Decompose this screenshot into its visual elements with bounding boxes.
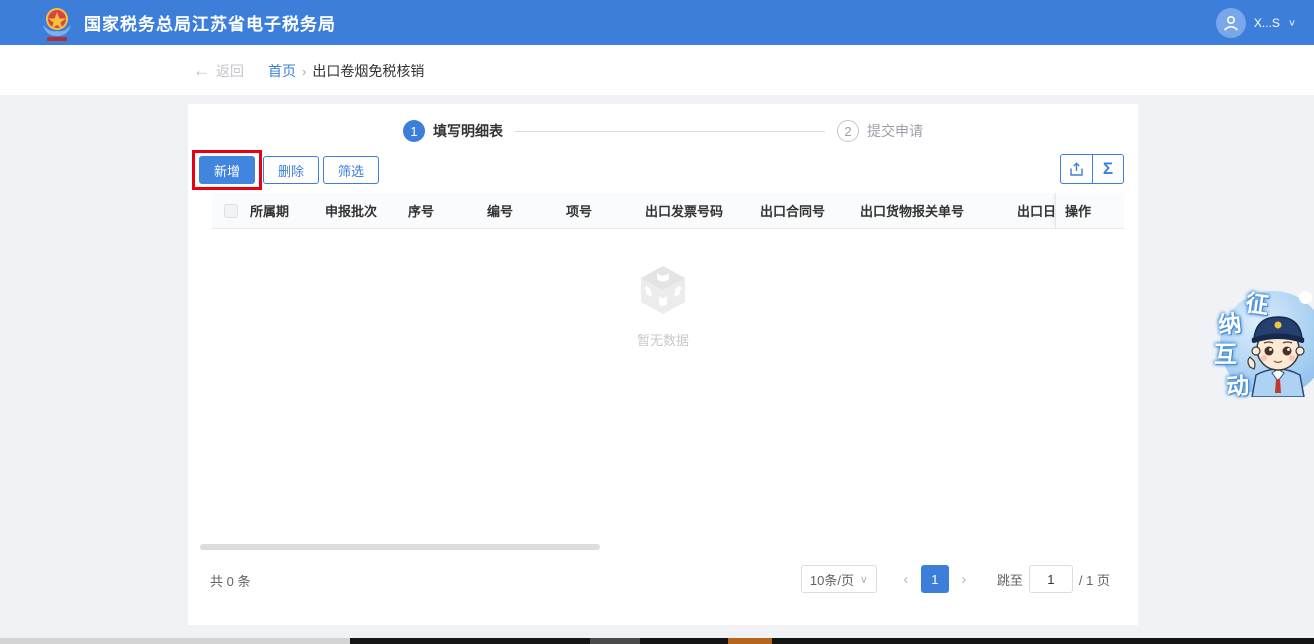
step-fill-detail: 1 填写明细表 — [403, 120, 503, 142]
column-header-item: 项号 — [566, 204, 593, 219]
top-header-bar: 国家税务总局江苏省电子税务局 X...S ∨ — [0, 0, 1314, 45]
empty-box-icon — [641, 266, 685, 314]
breadcrumb-current-page: 出口卷烟免税核销 — [312, 63, 425, 79]
column-header-period: 所属期 — [250, 204, 290, 219]
tax-assistant-widget[interactable]: 征 纳 互 动 — [1202, 283, 1314, 403]
column-header-action: 操作 — [1055, 192, 1124, 229]
app-title: 国家税务总局江苏省电子税务局 — [84, 15, 336, 34]
empty-state-text: 暂无数据 — [636, 333, 689, 348]
chevron-down-icon[interactable]: ∨ — [1288, 17, 1296, 28]
delete-button[interactable]: 删除 — [263, 156, 320, 184]
step-submit-application: 2 提交申请 — [837, 120, 923, 142]
sigma-icon: Σ — [1102, 159, 1114, 178]
table-tools: Σ — [1060, 154, 1124, 184]
assistant-char-hu: 互 — [1214, 341, 1237, 367]
chevron-down-icon: ∨ — [859, 573, 868, 586]
breadcrumb-home-link[interactable]: 首页 — [268, 61, 296, 81]
taskbar-edge — [0, 638, 1314, 644]
column-header-customs-declaration: 出口货物报关单号 — [860, 204, 965, 219]
column-header-number: 编号 — [487, 204, 514, 219]
filter-button[interactable]: 筛选 — [323, 156, 380, 184]
red-highlight-annotation: 新增 — [192, 150, 263, 190]
horizontal-scrollbar[interactable] — [200, 544, 600, 550]
back-button[interactable]: 返回 — [216, 61, 244, 81]
total-pages-label: / 1 页 — [1078, 572, 1110, 588]
next-page-button[interactable]: › — [949, 571, 979, 588]
username-label[interactable]: X...S — [1254, 16, 1280, 30]
sum-button[interactable]: Σ — [1092, 155, 1123, 183]
main-content-card: 1 填写明细表 2 提交申请 新增 删除 筛选 Σ 所属期 申报批次 序号 编号… — [188, 104, 1138, 625]
page-size-value: 10条/页 — [809, 572, 854, 588]
back-arrow-icon[interactable]: ← — [193, 61, 210, 81]
breadcrumb-strip: ← 返回 首页 › 出口卷烟免税核销 — [0, 45, 1314, 95]
page-size-select[interactable]: 10条/页 ∨ — [800, 565, 877, 593]
assistant-notch — [1299, 291, 1312, 304]
tax-officer-cartoon — [1247, 316, 1305, 397]
column-header-invoice: 出口发票号码 — [645, 204, 724, 219]
total-count-label: 共 0 条 — [210, 574, 251, 589]
prev-page-button[interactable]: ‹ — [891, 571, 921, 588]
step-indicator: 1 填写明细表 2 提交申请 — [188, 120, 1138, 142]
step1-label: 填写明细表 — [433, 123, 503, 139]
step2-label: 提交申请 — [867, 123, 923, 139]
pagination: 10条/页 ∨ ‹ 1 › 跳至 / 1 页 — [800, 565, 1110, 593]
table-footer: 共 0 条 10条/页 ∨ ‹ 1 › 跳至 / 1 页 — [188, 559, 1138, 599]
table-header-row: 所属期 申报批次 序号 编号 项号 出口发票号码 出口合同号 出口货物报关单号 … — [212, 192, 1124, 229]
step-connector-line — [515, 130, 825, 132]
column-header-seq: 序号 — [408, 204, 435, 219]
select-all-cell — [212, 203, 250, 218]
column-header-export-date: 出口日期 — [1017, 204, 1055, 219]
export-button[interactable] — [1061, 155, 1092, 183]
user-avatar[interactable] — [1215, 7, 1246, 38]
empty-state: 暂无数据 — [188, 264, 1138, 349]
column-header-batch: 申报批次 — [325, 204, 378, 219]
add-button[interactable]: 新增 — [199, 156, 256, 184]
page-number-button[interactable]: 1 — [920, 565, 949, 593]
step1-circle: 1 — [403, 120, 425, 142]
step2-circle: 2 — [837, 120, 859, 142]
jump-to-label: 跳至 — [996, 572, 1023, 588]
select-all-checkbox[interactable] — [224, 203, 238, 218]
jump-page-input[interactable] — [1028, 565, 1073, 593]
person-icon — [1223, 15, 1238, 31]
breadcrumb-separator: › — [302, 63, 307, 79]
tax-bureau-logo-icon — [43, 7, 71, 41]
table-toolbar: 新增 删除 筛选 Σ — [188, 146, 1138, 192]
breadcrumb: ← 返回 首页 › 出口卷烟免税核销 — [193, 61, 424, 81]
export-icon — [1070, 161, 1083, 176]
column-header-contract: 出口合同号 — [760, 204, 826, 219]
